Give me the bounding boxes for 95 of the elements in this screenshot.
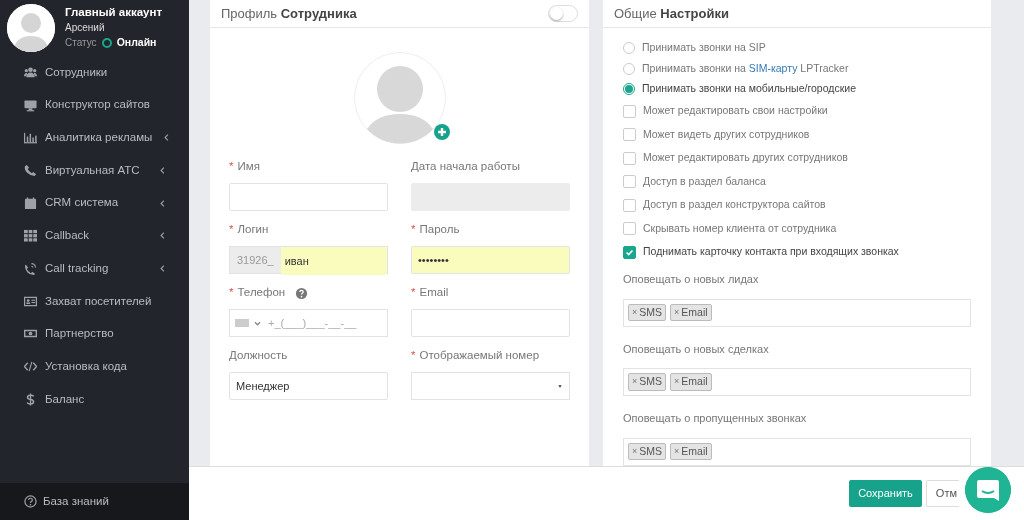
add-photo-icon[interactable] (433, 124, 450, 140)
flag-icon (235, 319, 249, 327)
required-mark: * (411, 348, 416, 364)
select-field[interactable] (411, 372, 570, 400)
required-mark: * (229, 222, 234, 238)
tag[interactable]: × SMS (628, 442, 667, 461)
sim-card-link[interactable]: SIM-карту (748, 61, 798, 74)
required-mark: * (229, 159, 234, 175)
user-name: Арсений (65, 21, 106, 36)
text-field[interactable]: Менеджер (229, 372, 388, 400)
required-mark: * (411, 222, 416, 238)
field-label: Логин (237, 222, 269, 238)
remove-tag-icon[interactable]: × (674, 444, 680, 459)
code-icon (24, 360, 37, 374)
option-label: Может видеть других сотрудников (643, 126, 810, 142)
option-label: Поднимать карточку контакта при входящих звонках (643, 244, 899, 260)
tag[interactable]: × SMS (628, 373, 667, 391)
avatar-placeholder-icon (353, 52, 446, 144)
checkbox[interactable] (623, 175, 636, 189)
option-label: Скрывать номер клиента от сотрудника (643, 220, 837, 236)
option-label: Доступ в раздел конструктора сайтов (643, 197, 826, 213)
login-field[interactable]: иван (280, 247, 387, 275)
tag[interactable]: × SMS (628, 303, 667, 322)
toggle-switch[interactable] (548, 5, 578, 22)
field-label: Пароль (419, 222, 460, 238)
option-label: Может редактировать других сотрудников (643, 150, 848, 166)
remove-tag-icon[interactable]: × (674, 375, 680, 389)
id-card-icon (24, 294, 37, 308)
grid-icon (24, 229, 37, 243)
option-label: Принимать звонки на SIM-карту LPTracker (642, 60, 849, 76)
login-prefix: 31926_ (230, 247, 281, 273)
field-label: Оповещать о пропущенных звонках (623, 411, 808, 426)
nav-item[interactable]: Call tracking (0, 252, 189, 285)
card-title: Общие Настройки (614, 4, 729, 23)
nav-item[interactable]: Конструктор сайтов (0, 88, 189, 122)
tag[interactable]: × Email (670, 373, 712, 391)
password-field[interactable]: •••••••• (411, 246, 570, 274)
account-title: Главный аккаунт (65, 5, 163, 21)
dollar-icon (24, 392, 37, 406)
field-label: Отображаемый номер (419, 348, 540, 364)
option-label: Может редактировать свои настройки (643, 103, 828, 119)
option-label: Принимать звонки на мобильные/городские (642, 81, 856, 97)
field-label: Оповещать о новых сделках (623, 341, 770, 357)
text-field[interactable] (411, 309, 570, 337)
users-icon (24, 65, 37, 79)
nav-item[interactable]: Виртуальная АТС (0, 154, 189, 187)
card-title: Профиль Сотрудника (221, 4, 357, 23)
option-label: Доступ в раздел баланса (643, 173, 766, 189)
help-icon[interactable] (295, 286, 309, 300)
field-label: Дата начала работы (411, 159, 520, 175)
option-label: Принимать звонки на SIP (642, 40, 766, 56)
phone-icon (24, 261, 37, 275)
required-mark: * (229, 285, 234, 301)
tag-input-field[interactable]: × SMS × Email (623, 437, 971, 466)
tag[interactable]: × Email (670, 442, 712, 461)
field-label: Email (419, 285, 449, 301)
field-label: Телефон (237, 285, 286, 301)
tag-input-field[interactable]: × SMS × Email (623, 298, 971, 327)
phone-field[interactable]: +_(___)___-__-__ (229, 309, 388, 337)
tag[interactable]: × Email (670, 303, 712, 322)
tag-input-field[interactable]: × SMS × Email (623, 368, 971, 396)
status-label: Статус (65, 36, 97, 51)
field-label: Имя (237, 159, 260, 175)
nav-item[interactable]: Захват посетителей (0, 284, 189, 318)
help-icon (24, 495, 37, 508)
checkbox[interactable] (623, 128, 636, 142)
remove-tag-icon[interactable]: × (632, 375, 638, 389)
field-label: Должность (229, 348, 288, 364)
nav-item[interactable]: Партнерство (0, 317, 189, 351)
status-text: Онлайн (116, 35, 157, 51)
field-label: Оповещать о новых лидах (623, 272, 760, 287)
monitor-icon (24, 98, 37, 112)
nav-item[interactable]: Установка кода (0, 350, 189, 383)
required-mark: * (411, 285, 416, 301)
nav-item[interactable]: Сотрудники (0, 56, 189, 89)
remove-tag-icon[interactable]: × (632, 305, 638, 320)
calendar-icon (24, 196, 37, 210)
checkbox[interactable] (623, 151, 636, 165)
nav-item[interactable]: Аналитика рекламы (0, 121, 189, 155)
nav-item[interactable]: CRM система (0, 186, 189, 220)
nav-item[interactable]: Callback (0, 219, 189, 253)
text-field[interactable] (229, 183, 388, 211)
checkbox[interactable] (623, 222, 636, 236)
avatar-icon (7, 4, 55, 52)
save-button[interactable]: Сохранить (849, 480, 922, 507)
bar-chart-icon (24, 131, 37, 145)
remove-tag-icon[interactable]: × (632, 444, 638, 459)
nav-item[interactable]: Баланс (0, 382, 189, 416)
checkbox[interactable] (623, 198, 636, 212)
checkbox[interactable] (623, 245, 636, 259)
cancel-button[interactable]: Отм (925, 480, 959, 507)
knowledge-base-link[interactable]: База знаний (0, 483, 189, 520)
phone-icon (24, 163, 37, 177)
remove-tag-icon[interactable]: × (674, 305, 680, 320)
checkbox[interactable] (623, 104, 636, 118)
